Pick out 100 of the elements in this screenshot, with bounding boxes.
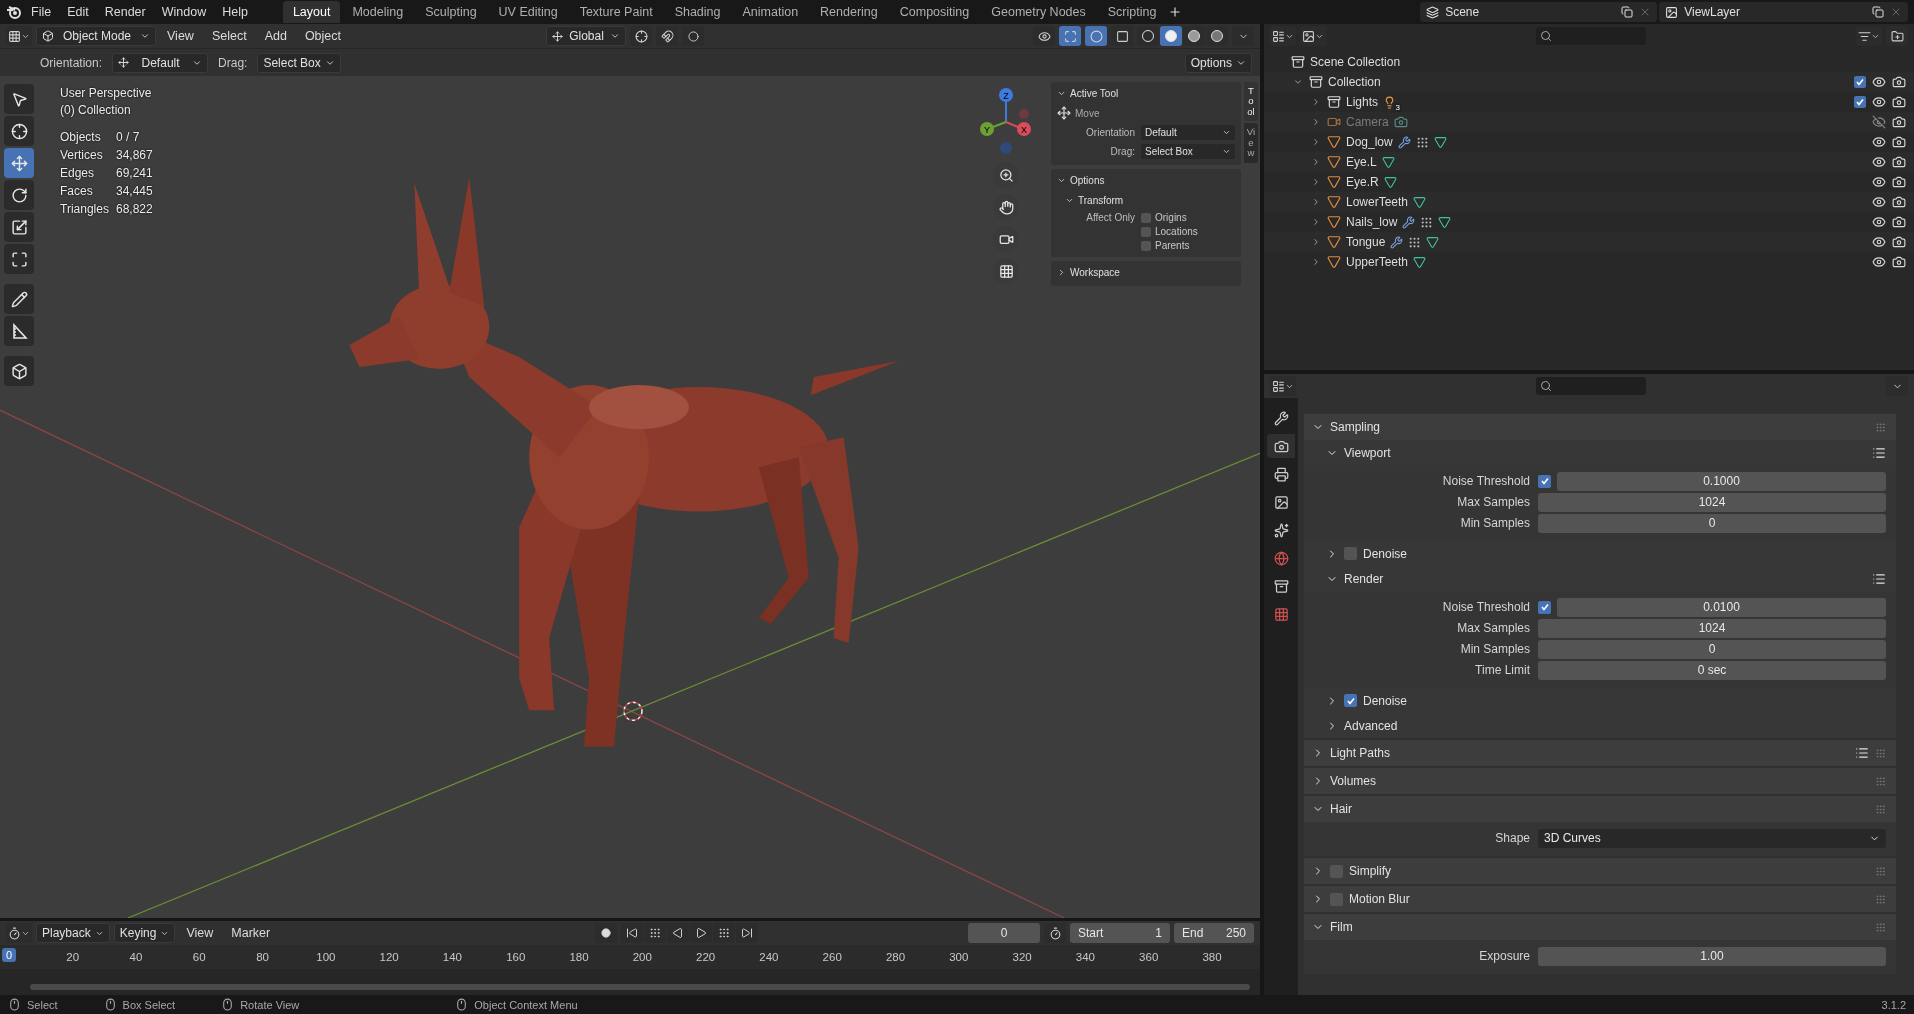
camera-icon[interactable]	[1892, 115, 1906, 129]
menu-item[interactable]: Edit	[60, 3, 96, 21]
new-collection-button[interactable]	[1886, 26, 1908, 46]
menu-item[interactable]: Render	[97, 3, 153, 21]
checkbox[interactable]	[1538, 600, 1551, 614]
drag-dropdown[interactable]: Select Box	[257, 52, 341, 73]
editor-type-button[interactable]	[6, 923, 32, 943]
overlay-toggle[interactable]	[1085, 26, 1107, 46]
panel-title[interactable]: Film	[1330, 920, 1353, 934]
next-keyframe-button[interactable]	[713, 923, 736, 943]
drag-handle-icon[interactable]	[1875, 803, 1886, 815]
playhead[interactable]: 0	[2, 948, 17, 962]
scrollbar[interactable]	[30, 984, 1250, 990]
workspace-tab[interactable]: Scripting	[1097, 1, 1167, 23]
number-field[interactable]: 1.00	[1538, 946, 1886, 966]
mesh-data-icon[interactable]	[1413, 255, 1427, 269]
closed-eye-icon[interactable]	[1872, 115, 1886, 129]
workspace-tab[interactable]: Modeling	[342, 1, 414, 23]
workspace-tab[interactable]: Compositing	[889, 1, 980, 23]
wireframe-shading-button[interactable]	[1137, 26, 1159, 46]
camera-icon[interactable]	[1892, 235, 1906, 249]
preset-list-icon[interactable]	[1872, 445, 1886, 460]
proportional-button[interactable]	[682, 26, 704, 46]
eye-icon[interactable]	[1872, 135, 1886, 149]
drag-handle-icon[interactable]	[1875, 421, 1886, 433]
material-shading-button[interactable]	[1183, 26, 1205, 46]
menu-item[interactable]: Marker	[224, 924, 278, 942]
number-field[interactable]: 0	[1538, 639, 1886, 659]
render-properties-tab[interactable]	[1267, 434, 1295, 458]
sidebar-tab[interactable]: View	[1244, 123, 1258, 163]
eye-icon[interactable]	[1872, 195, 1886, 209]
outliner-item[interactable]: LowerTeeth	[1346, 195, 1409, 209]
outliner-item[interactable]: Eye.R	[1346, 175, 1379, 189]
menu-dropdown[interactable]: Keying	[113, 923, 176, 943]
scale-tool-button[interactable]	[4, 212, 34, 242]
drag-handle-icon[interactable]	[1875, 865, 1886, 877]
camera-icon[interactable]	[1892, 95, 1906, 109]
gizmo-toggle[interactable]	[1059, 26, 1081, 46]
eye-icon[interactable]	[1872, 215, 1886, 229]
workspace-tab[interactable]: Texture Paint	[569, 1, 663, 23]
end-frame-field[interactable]: End 250	[1174, 923, 1254, 943]
menu-item[interactable]: Add	[257, 27, 294, 45]
search-field[interactable]	[1536, 27, 1646, 45]
mode-dropdown[interactable]: Object Mode	[36, 26, 156, 46]
subpanel-title[interactable]: Viewport	[1344, 445, 1391, 460]
z-axis-handle[interactable]: Z	[999, 88, 1013, 123]
subpanel-title[interactable]: Denoise	[1363, 693, 1408, 708]
drag-dropdown[interactable]: Select Box	[1141, 144, 1235, 159]
y-axis-handle[interactable]: Y	[980, 121, 1007, 136]
menu-item[interactable]: View	[179, 924, 221, 942]
blender-logo-icon[interactable]	[6, 4, 22, 20]
workspace-tab[interactable]: Animation	[732, 1, 809, 23]
camera-icon[interactable]	[1892, 75, 1906, 89]
subpanel-title[interactable]: Advanced	[1344, 718, 1398, 733]
solid-shading-button[interactable]	[1160, 26, 1182, 46]
number-field[interactable]: 1024	[1538, 492, 1886, 512]
checkbox[interactable]	[1538, 474, 1551, 488]
jump-end-button[interactable]	[736, 923, 759, 943]
add-icon[interactable]	[1168, 5, 1183, 19]
panel-title[interactable]: Simplify	[1349, 864, 1391, 878]
checkbox[interactable]	[1854, 96, 1866, 108]
menu-item[interactable]: File	[24, 3, 59, 21]
negative-axis-dot[interactable]	[1000, 142, 1012, 154]
cursor-tool-button[interactable]	[4, 116, 34, 146]
workspace-tab[interactable]: UV Editing	[488, 1, 568, 23]
preset-list-icon[interactable]	[1872, 571, 1886, 586]
select-tool-button[interactable]	[4, 84, 34, 114]
menu-item[interactable]: View	[160, 27, 201, 45]
orientation-dropdown[interactable]: Default	[1141, 125, 1235, 140]
subpanel-title[interactable]: Denoise	[1363, 546, 1408, 561]
pivot-button[interactable]	[630, 26, 652, 46]
eye-icon[interactable]	[1872, 235, 1886, 249]
wrench-icon[interactable]	[1397, 135, 1411, 149]
preset-list-icon[interactable]	[1855, 746, 1869, 760]
camera-data-icon[interactable]	[1393, 115, 1408, 129]
mesh-data-icon[interactable]	[1426, 235, 1440, 249]
editor-type-button[interactable]	[1270, 376, 1296, 396]
outliner-item[interactable]: Tongue	[1346, 235, 1386, 249]
number-field[interactable]: 0.0100	[1557, 597, 1886, 617]
record-button[interactable]	[595, 923, 618, 943]
number-field[interactable]: 0.1000	[1557, 471, 1886, 491]
checkbox[interactable]	[1141, 226, 1151, 237]
checkbox[interactable]	[1344, 694, 1357, 707]
workspace-tab[interactable]: Shading	[664, 1, 731, 23]
camera-icon[interactable]	[1892, 255, 1906, 269]
drag-handle-icon[interactable]	[1875, 921, 1886, 933]
drag-handle-icon[interactable]	[1875, 747, 1886, 759]
menu-item[interactable]: Select	[204, 27, 254, 45]
mesh-data-icon[interactable]	[1438, 215, 1452, 229]
number-field[interactable]: 1024	[1538, 618, 1886, 638]
subpanel-title[interactable]: Render	[1344, 571, 1384, 586]
outliner-item[interactable]: UpperTeeth	[1346, 255, 1409, 269]
menu-dropdown[interactable]: Playback	[36, 923, 110, 943]
move-tool-button[interactable]	[4, 148, 34, 178]
filter-button[interactable]	[1856, 26, 1882, 46]
panel-title[interactable]: Volumes	[1330, 774, 1377, 788]
eye-icon[interactable]	[1872, 95, 1886, 109]
negative-axis-dot[interactable]	[1019, 109, 1029, 119]
editor-type-button[interactable]	[6, 26, 32, 46]
play-button[interactable]	[690, 923, 713, 943]
